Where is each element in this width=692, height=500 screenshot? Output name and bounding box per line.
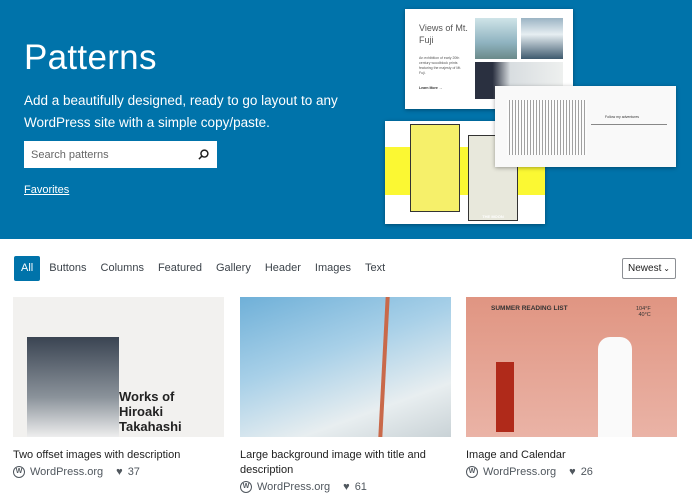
heart-icon[interactable]: ♥ xyxy=(343,481,350,493)
thumb-text: SUMMER READING LIST xyxy=(491,305,568,312)
filter-header[interactable]: Header xyxy=(258,256,308,281)
pattern-title[interactable]: Image and Calendar xyxy=(466,448,677,463)
wordpress-icon: W xyxy=(240,481,252,493)
pattern-title[interactable]: Large background image with title and de… xyxy=(240,448,451,478)
filter-text[interactable]: Text xyxy=(358,256,392,281)
page-title: Patterns xyxy=(24,38,157,77)
fuji-image xyxy=(521,18,563,59)
fuji-image xyxy=(475,18,517,59)
hero-subtitle: Add a beautifully designed, ready to go … xyxy=(24,93,338,130)
hero-banner: Patterns Add a beautifully designed, rea… xyxy=(0,0,692,239)
pattern-card[interactable]: SUMMER READING LIST 104°F 40°C Image and … xyxy=(466,297,677,478)
filter-gallery[interactable]: Gallery xyxy=(209,256,258,281)
search-box xyxy=(24,141,217,168)
filter-images[interactable]: Images xyxy=(308,256,358,281)
search-input[interactable] xyxy=(24,148,198,161)
pattern-card[interactable]: Works of Hiroaki Takahashi Two offset im… xyxy=(13,297,224,478)
follow-text: Follow my adventures xyxy=(605,115,640,119)
temperature: 104°F 40°C xyxy=(636,306,651,318)
preview-ship: Follow my adventures xyxy=(495,86,676,167)
chevron-down-icon: ⌄ xyxy=(663,264,670,273)
sort-value: Newest xyxy=(628,263,662,274)
pattern-title[interactable]: Two offset images with description xyxy=(13,448,224,463)
pattern-thumbnail[interactable]: Works of Hiroaki Takahashi xyxy=(13,297,224,437)
sort-select[interactable]: Newest ⌄ xyxy=(622,258,676,279)
preview-title: Views of Mt. Fuji xyxy=(419,23,468,45)
like-count: 61 xyxy=(354,481,367,493)
wordpress-icon: W xyxy=(13,466,25,478)
tarot-card xyxy=(410,124,460,212)
pattern-author: WordPress.org xyxy=(257,481,331,493)
thumb-text: Works of Hiroaki Takahashi xyxy=(119,389,182,434)
heart-icon[interactable]: ♥ xyxy=(569,466,576,478)
like-count: 37 xyxy=(127,466,140,478)
pattern-card[interactable]: Large background image with title and de… xyxy=(240,297,451,493)
preview-link: Learn More → xyxy=(419,86,443,90)
like-count: 26 xyxy=(580,466,593,478)
heart-icon[interactable]: ♥ xyxy=(116,466,123,478)
filter-columns[interactable]: Columns xyxy=(94,256,151,281)
ship-image xyxy=(507,100,587,155)
filter-buttons[interactable]: Buttons xyxy=(42,256,93,281)
pattern-thumbnail[interactable]: SUMMER READING LIST 104°F 40°C xyxy=(466,297,677,437)
pattern-author: WordPress.org xyxy=(483,466,557,478)
pattern-author: WordPress.org xyxy=(30,466,104,478)
filter-all[interactable]: All xyxy=(14,256,41,281)
pattern-thumbnail[interactable] xyxy=(240,297,451,437)
category-filters: All Buttons Columns Featured Gallery Hea… xyxy=(14,256,392,281)
search-icon[interactable] xyxy=(198,149,209,160)
wordpress-icon: W xyxy=(466,466,478,478)
filter-featured[interactable]: Featured xyxy=(151,256,209,281)
preview-desc: An exhibition of early 20th century wood… xyxy=(419,56,462,75)
favorites-link[interactable]: Favorites xyxy=(24,184,69,196)
